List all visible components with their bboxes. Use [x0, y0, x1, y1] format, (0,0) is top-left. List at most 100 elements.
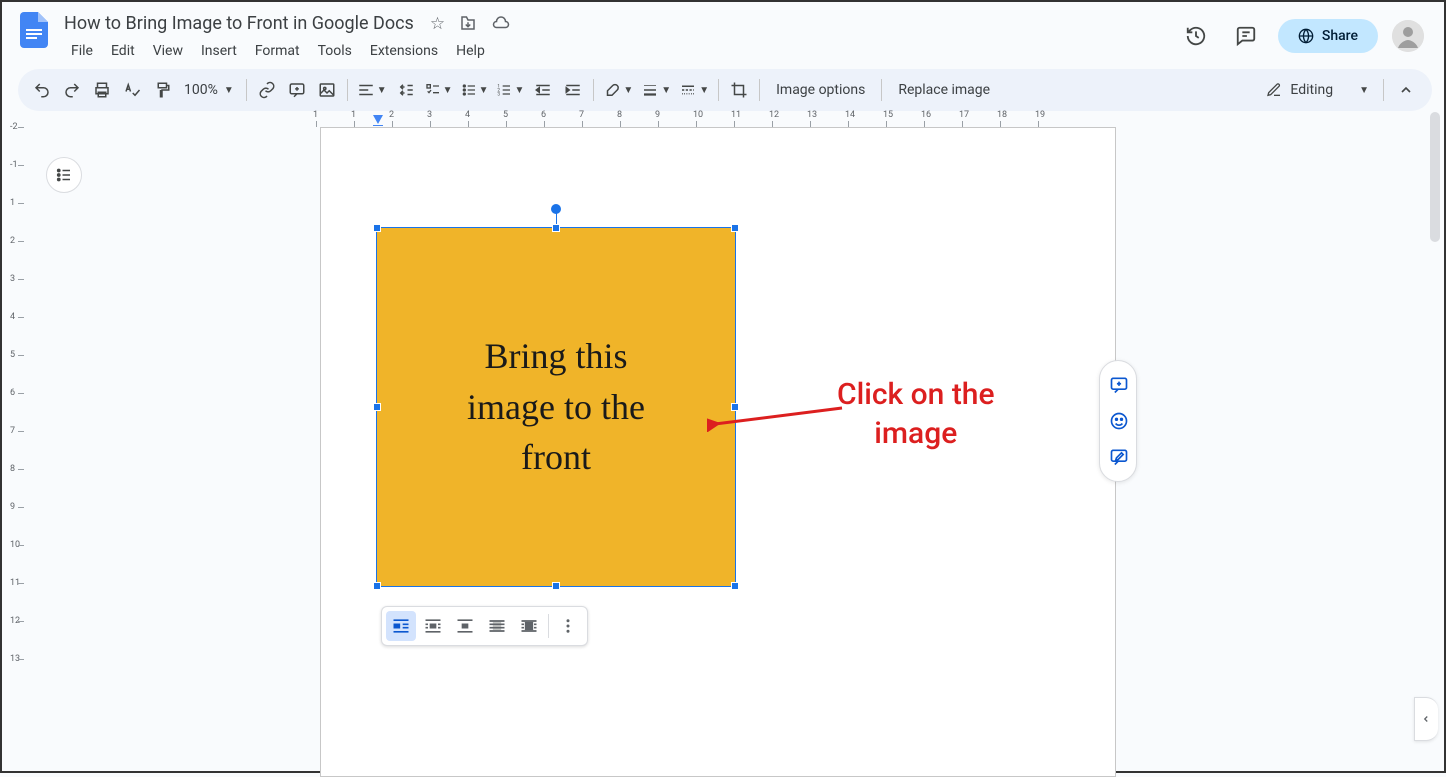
- chevron-down-icon: ▼: [661, 85, 671, 96]
- menu-tools[interactable]: Tools: [311, 39, 359, 63]
- border-color-dropdown[interactable]: ▼: [600, 76, 636, 104]
- menu-insert[interactable]: Insert: [194, 39, 244, 63]
- move-icon[interactable]: [459, 14, 477, 34]
- bullet-list-dropdown[interactable]: ▼: [458, 76, 492, 104]
- separator: [1383, 79, 1384, 101]
- decrease-indent-button[interactable]: [529, 76, 557, 104]
- globe-icon: [1298, 28, 1314, 44]
- resize-handle-bm[interactable]: [552, 582, 560, 590]
- history-icon[interactable]: [1178, 18, 1214, 54]
- crop-button[interactable]: [725, 76, 753, 104]
- border-weight-dropdown[interactable]: ▼: [638, 76, 674, 104]
- comments-icon[interactable]: [1228, 18, 1264, 54]
- zoom-value: 100%: [184, 82, 218, 98]
- document-title[interactable]: How to Bring Image to Front in Google Do…: [58, 12, 420, 35]
- chevron-down-icon: ▼: [377, 85, 387, 96]
- menu-file[interactable]: File: [64, 39, 100, 63]
- insert-link-button[interactable]: [253, 76, 281, 104]
- menu-view[interactable]: View: [146, 39, 190, 63]
- show-outline-button[interactable]: [46, 157, 82, 193]
- side-action-pill: [1099, 360, 1137, 482]
- wrap-behind-button[interactable]: [482, 611, 512, 641]
- annotation-line2: image: [837, 414, 995, 453]
- vertical-ruler[interactable]: -2-112345678910111213: [8, 127, 24, 760]
- print-button[interactable]: [88, 76, 116, 104]
- chevron-down-icon: ▼: [443, 85, 453, 96]
- wrap-break-button[interactable]: [450, 611, 480, 641]
- selected-image[interactable]: Bring this image to the front: [377, 228, 735, 586]
- menu-help[interactable]: Help: [449, 39, 492, 63]
- mode-dropdown[interactable]: Editing ▼: [1254, 74, 1377, 106]
- scrollbar-thumb[interactable]: [1430, 112, 1440, 242]
- separator: [759, 79, 760, 101]
- horizontal-ruler[interactable]: 112345678910111213141516171819: [50, 111, 1444, 127]
- indent-marker[interactable]: [372, 114, 384, 126]
- mode-label: Editing: [1290, 82, 1333, 98]
- docs-logo-icon[interactable]: [14, 10, 54, 50]
- resize-handle-tl[interactable]: [373, 224, 381, 232]
- star-icon[interactable]: ☆: [430, 14, 445, 34]
- account-avatar[interactable]: [1392, 20, 1424, 52]
- show-side-panel-button[interactable]: [1414, 697, 1438, 741]
- vertical-scrollbar[interactable]: [1428, 112, 1442, 752]
- resize-handle-tr[interactable]: [731, 224, 739, 232]
- toolbar: 100%▼ ▼ ▼ ▼ 123▼ ▼ ▼ ▼ Image options Rep…: [18, 69, 1432, 111]
- replace-image-button[interactable]: Replace image: [888, 76, 1000, 104]
- image-wrap-toolbar: [381, 606, 588, 646]
- insert-image-button[interactable]: [313, 76, 341, 104]
- wrap-more-button[interactable]: [553, 611, 583, 641]
- separator: [881, 79, 882, 101]
- suggest-edits-button[interactable]: [1100, 439, 1138, 475]
- redo-button[interactable]: [58, 76, 86, 104]
- resize-handle-ml[interactable]: [373, 403, 381, 411]
- annotation-text: Click on the image: [837, 375, 995, 453]
- image-text-line3: front: [521, 432, 591, 482]
- resize-handle-br[interactable]: [731, 582, 739, 590]
- separator: [548, 614, 549, 638]
- add-emoji-button[interactable]: [1100, 403, 1138, 439]
- wrap-front-button[interactable]: [514, 611, 544, 641]
- document-page: Bring this image to the front: [320, 127, 1116, 777]
- image-content[interactable]: Bring this image to the front: [377, 228, 735, 586]
- add-comment-button[interactable]: [283, 76, 311, 104]
- line-spacing-button[interactable]: [392, 76, 420, 104]
- wrap-text-button[interactable]: [418, 611, 448, 641]
- spellcheck-button[interactable]: [118, 76, 146, 104]
- chevron-down-icon: ▼: [479, 85, 489, 96]
- chevron-down-icon: ▼: [224, 85, 234, 96]
- chevron-down-icon: ▼: [514, 85, 524, 96]
- rotate-handle[interactable]: [551, 204, 561, 214]
- svg-text:3: 3: [498, 91, 501, 97]
- separator: [593, 79, 594, 101]
- undo-button[interactable]: [28, 76, 56, 104]
- chevron-down-icon: ▼: [1359, 85, 1369, 96]
- resize-handle-mr[interactable]: [731, 403, 739, 411]
- annotation-line1: Click on the: [837, 375, 995, 414]
- chevron-down-icon: ▼: [623, 85, 633, 96]
- resize-handle-tm[interactable]: [552, 224, 560, 232]
- image-text-line2: image to the: [467, 382, 645, 432]
- paint-format-button[interactable]: [148, 76, 176, 104]
- menu-extensions[interactable]: Extensions: [363, 39, 445, 63]
- align-dropdown[interactable]: ▼: [354, 76, 390, 104]
- checklist-dropdown[interactable]: ▼: [422, 76, 456, 104]
- menu-edit[interactable]: Edit: [104, 39, 142, 63]
- resize-handle-bl[interactable]: [373, 582, 381, 590]
- share-button[interactable]: Share: [1278, 19, 1378, 53]
- pencil-icon: [1266, 82, 1282, 98]
- border-dash-dropdown[interactable]: ▼: [676, 76, 712, 104]
- share-label: Share: [1322, 28, 1358, 44]
- separator: [347, 79, 348, 101]
- collapse-toolbar-button[interactable]: [1390, 74, 1422, 106]
- increase-indent-button[interactable]: [559, 76, 587, 104]
- wrap-inline-button[interactable]: [386, 611, 416, 641]
- numbered-list-dropdown[interactable]: 123▼: [493, 76, 527, 104]
- chevron-down-icon: ▼: [699, 85, 709, 96]
- image-options-button[interactable]: Image options: [766, 76, 875, 104]
- add-comment-side-button[interactable]: [1100, 367, 1138, 403]
- zoom-dropdown[interactable]: 100% ▼: [178, 76, 240, 104]
- cloud-saved-icon[interactable]: [491, 14, 511, 34]
- separator: [718, 79, 719, 101]
- menu-bar: File Edit View Insert Format Tools Exten…: [58, 37, 1178, 69]
- menu-format[interactable]: Format: [248, 39, 307, 63]
